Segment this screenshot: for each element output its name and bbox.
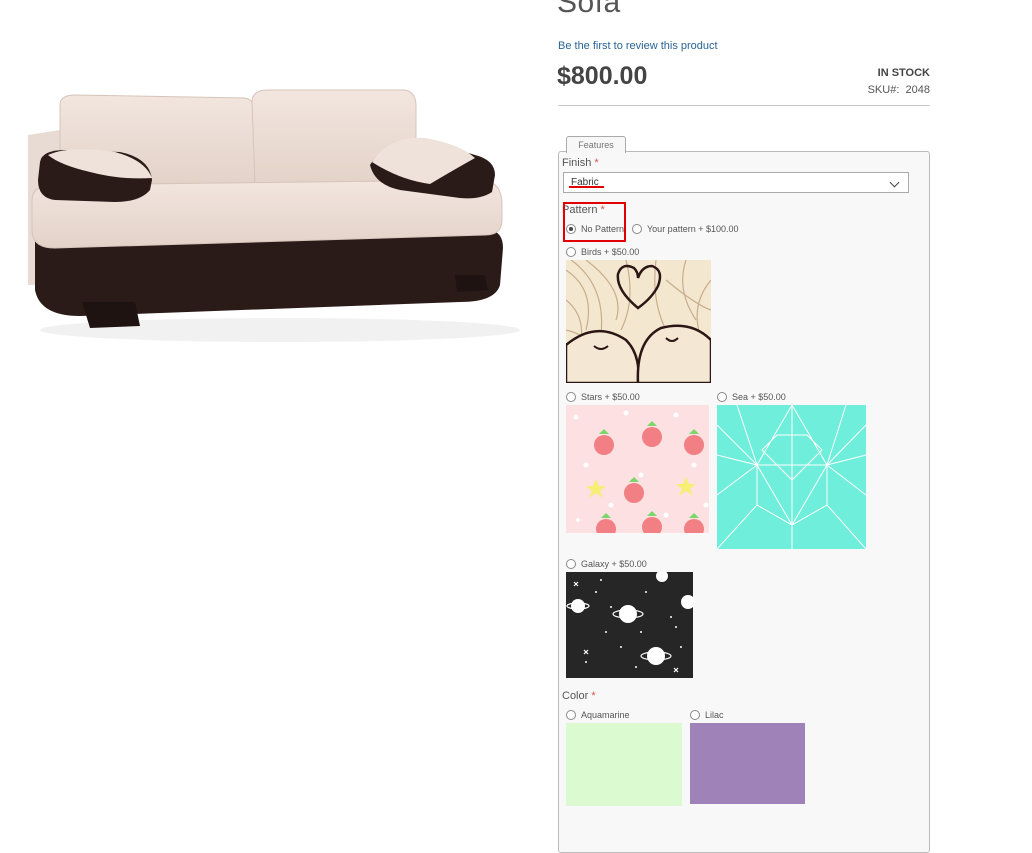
option-label: Stars + $50.00 — [581, 392, 640, 402]
pattern-option-stars[interactable]: Stars + $50.00 — [566, 392, 640, 402]
divider — [558, 105, 930, 106]
birds-pattern-image[interactable] — [566, 260, 711, 383]
color-option-aquamarine[interactable]: Aquamarine — [566, 710, 630, 720]
pattern-option-sea[interactable]: Sea + $50.00 — [717, 392, 786, 402]
product-image — [20, 80, 520, 350]
finish-select[interactable]: Fabric — [563, 172, 909, 193]
chevron-down-icon — [889, 177, 900, 188]
option-label: Lilac — [705, 710, 724, 720]
pattern-option-galaxy[interactable]: Galaxy + $50.00 — [566, 559, 647, 569]
annotation-highlight-box — [563, 202, 626, 242]
radio-button[interactable] — [566, 392, 576, 402]
radio-button[interactable] — [632, 224, 642, 234]
color-swatch-aquamarine[interactable] — [566, 723, 682, 806]
stock-status: IN STOCK — [877, 67, 930, 79]
option-label: Your pattern + $100.00 — [647, 224, 739, 234]
sku-value: 2048 — [905, 84, 930, 96]
required-marker: * — [594, 157, 599, 169]
sea-pattern-image[interactable] — [717, 405, 866, 549]
color-label: Color * — [562, 690, 596, 702]
option-label: Sea + $50.00 — [732, 392, 786, 402]
option-label: Birds + $50.00 — [581, 247, 640, 257]
finish-label-text: Finish — [562, 157, 592, 169]
product-title: Sofa — [557, 0, 621, 19]
pattern-option-birds[interactable]: Birds + $50.00 — [566, 247, 639, 257]
radio-button[interactable] — [690, 710, 700, 720]
radio-button[interactable] — [717, 392, 727, 402]
color-option-lilac[interactable]: Lilac — [690, 710, 724, 720]
radio-button[interactable] — [566, 247, 576, 257]
finish-label: Finish * — [562, 157, 599, 169]
color-label-text: Color — [562, 690, 589, 702]
stars-pattern-image[interactable] — [566, 405, 709, 533]
radio-button[interactable] — [566, 710, 576, 720]
sku-label: SKU#: — [867, 84, 900, 96]
sku: SKU#: 2048 — [868, 84, 930, 96]
pattern-option-your-pattern[interactable]: Your pattern + $100.00 — [632, 224, 739, 234]
radio-button[interactable] — [566, 559, 576, 569]
product-price: $800.00 — [557, 62, 648, 90]
annotation-underline — [569, 186, 604, 188]
tab-features[interactable]: Features — [566, 136, 626, 153]
review-link[interactable]: Be the first to review this product — [558, 40, 718, 52]
option-label: Aquamarine — [581, 710, 630, 720]
option-label: Galaxy + $50.00 — [581, 559, 647, 569]
color-swatch-lilac[interactable] — [690, 723, 805, 804]
required-marker: * — [591, 690, 596, 702]
galaxy-pattern-image[interactable] — [566, 572, 693, 678]
